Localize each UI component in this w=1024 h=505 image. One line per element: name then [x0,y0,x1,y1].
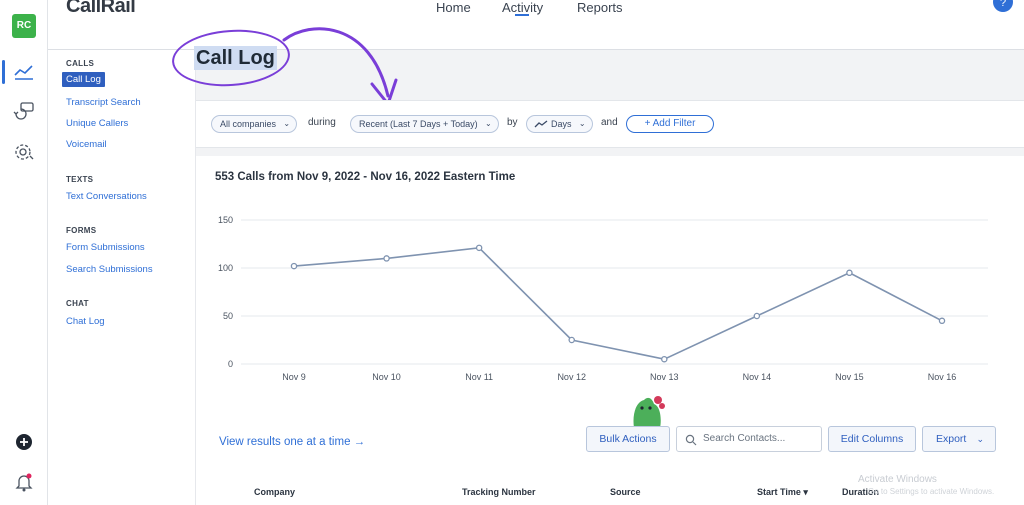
sidebar-item-form-submissions[interactable]: Form Submissions [66,242,145,253]
x-tick-label: Nov 16 [928,372,957,382]
sidebar-item-unique-callers[interactable]: Unique Callers [66,118,128,129]
x-tick-label: Nov 13 [650,372,679,382]
nav-reports[interactable]: Reports [577,0,623,16]
activity-chart-icon[interactable] [12,60,36,84]
during-label: during [308,117,336,128]
sidebar-item-text-conversations[interactable]: Text Conversations [66,191,147,202]
data-point [383,255,390,262]
mascot-illustration-icon [633,396,665,428]
chevron-down-icon: ⌄ [283,119,291,128]
add-circle-icon[interactable] [12,430,36,454]
column-header-company[interactable]: Company [254,487,295,497]
conversations-icon[interactable] [12,100,36,124]
sidebar-item-search-submissions[interactable]: Search Submissions [66,264,153,275]
secondary-sidebar: CALLS Call Log Transcript Search Unique … [48,50,196,505]
section-heading-chat: CHAT [66,299,89,308]
column-header-tracking-number[interactable]: Tracking Number [462,487,536,497]
chevron-down-icon: ⌄ [578,119,586,128]
activate-windows-watermark: Activate Windows [858,474,937,485]
date-range-select[interactable]: Recent (Last 7 Days + Today) ⌄ [350,115,499,133]
x-tick-label: Nov 12 [557,372,586,382]
data-point [475,244,483,252]
data-point [568,336,575,344]
date-range-value: Recent (Last 7 Days + Today) [359,119,478,129]
rail-active-indicator [2,60,5,84]
nav-active-indicator [515,14,529,16]
bulk-actions-button[interactable]: Bulk Actions [586,426,670,452]
page-title: Call Log [194,46,277,70]
chevron-down-icon: ⌄ [976,434,984,444]
y-tick-label: 150 [218,215,233,225]
granularity-value: Days [551,119,572,129]
company-select[interactable]: All companies ⌄ [211,115,298,133]
notifications-bell-icon[interactable] [12,470,36,494]
x-tick-label: Nov 9 [282,372,306,382]
search-contacts-placeholder: Search Contacts... [703,433,786,444]
chart-title: 553 Calls from Nov 9, 2022 - Nov 16, 202… [215,171,516,183]
chart-card: 553 Calls from Nov 9, 2022 - Nov 16, 202… [196,156,1024,505]
data-point [753,312,761,320]
data-point [938,317,946,325]
export-label: Export [936,433,967,445]
trend-line-icon [534,120,548,128]
view-one-at-a-time-link[interactable]: View results one at a time → [219,436,365,448]
y-tick-label: 50 [223,311,233,321]
search-icon [685,434,697,446]
activate-windows-subtext: Go to Settings to activate Windows. [868,487,995,496]
company-select-value: All companies [220,119,277,129]
data-point [290,262,298,270]
sidebar-item-call-log[interactable]: Call Log [62,72,105,87]
and-label: and [601,117,618,128]
calls-line-chart: 0 50 100 150 Nov 9 Nov 10 Nov 11 Nov 12 Nov 13 No… [218,215,988,382]
section-heading-texts: TEXTS [66,175,94,184]
search-contacts-input[interactable]: Search Contacts... [676,426,822,452]
sidebar-item-transcript-search[interactable]: Transcript Search [66,97,141,108]
account-avatar[interactable]: RC [12,14,36,38]
section-heading-forms: FORMS [66,226,97,235]
column-header-start-time[interactable]: Start Time ▾ [757,487,808,498]
granularity-select[interactable]: Days ⌄ [526,115,593,133]
sidebar-item-voicemail[interactable]: Voicemail [66,139,107,150]
y-tick-label: 0 [228,359,233,369]
app-logo[interactable]: CallRail [66,0,136,18]
help-button[interactable]: ? [993,0,1013,12]
x-tick-label: Nov 14 [743,372,772,382]
filter-bar: All companies ⌄ during Recent (Last 7 Da… [196,100,1024,148]
icon-rail: RC [0,0,48,505]
export-button[interactable]: Export ⌄ [922,426,996,452]
series-line [293,247,943,361]
x-tick-label: Nov 15 [835,372,864,382]
chevron-down-icon: ⌄ [484,119,492,128]
column-header-source[interactable]: Source [610,487,641,497]
settings-gear-icon[interactable] [12,140,36,164]
nav-home[interactable]: Home [436,0,471,16]
top-bar: CallRail Home Activity Reports ? [0,0,1024,50]
y-tick-label: 100 [218,263,233,273]
edit-columns-button[interactable]: Edit Columns [828,426,916,452]
sidebar-item-chat-log[interactable]: Chat Log [66,316,105,327]
by-label: by [507,117,518,128]
add-filter-button[interactable]: + Add Filter [626,115,714,133]
data-point [846,269,853,277]
x-tick-label: Nov 10 [372,372,401,382]
section-heading-calls: CALLS [66,59,95,68]
data-point [661,355,668,363]
x-tick-label: Nov 11 [465,372,493,382]
